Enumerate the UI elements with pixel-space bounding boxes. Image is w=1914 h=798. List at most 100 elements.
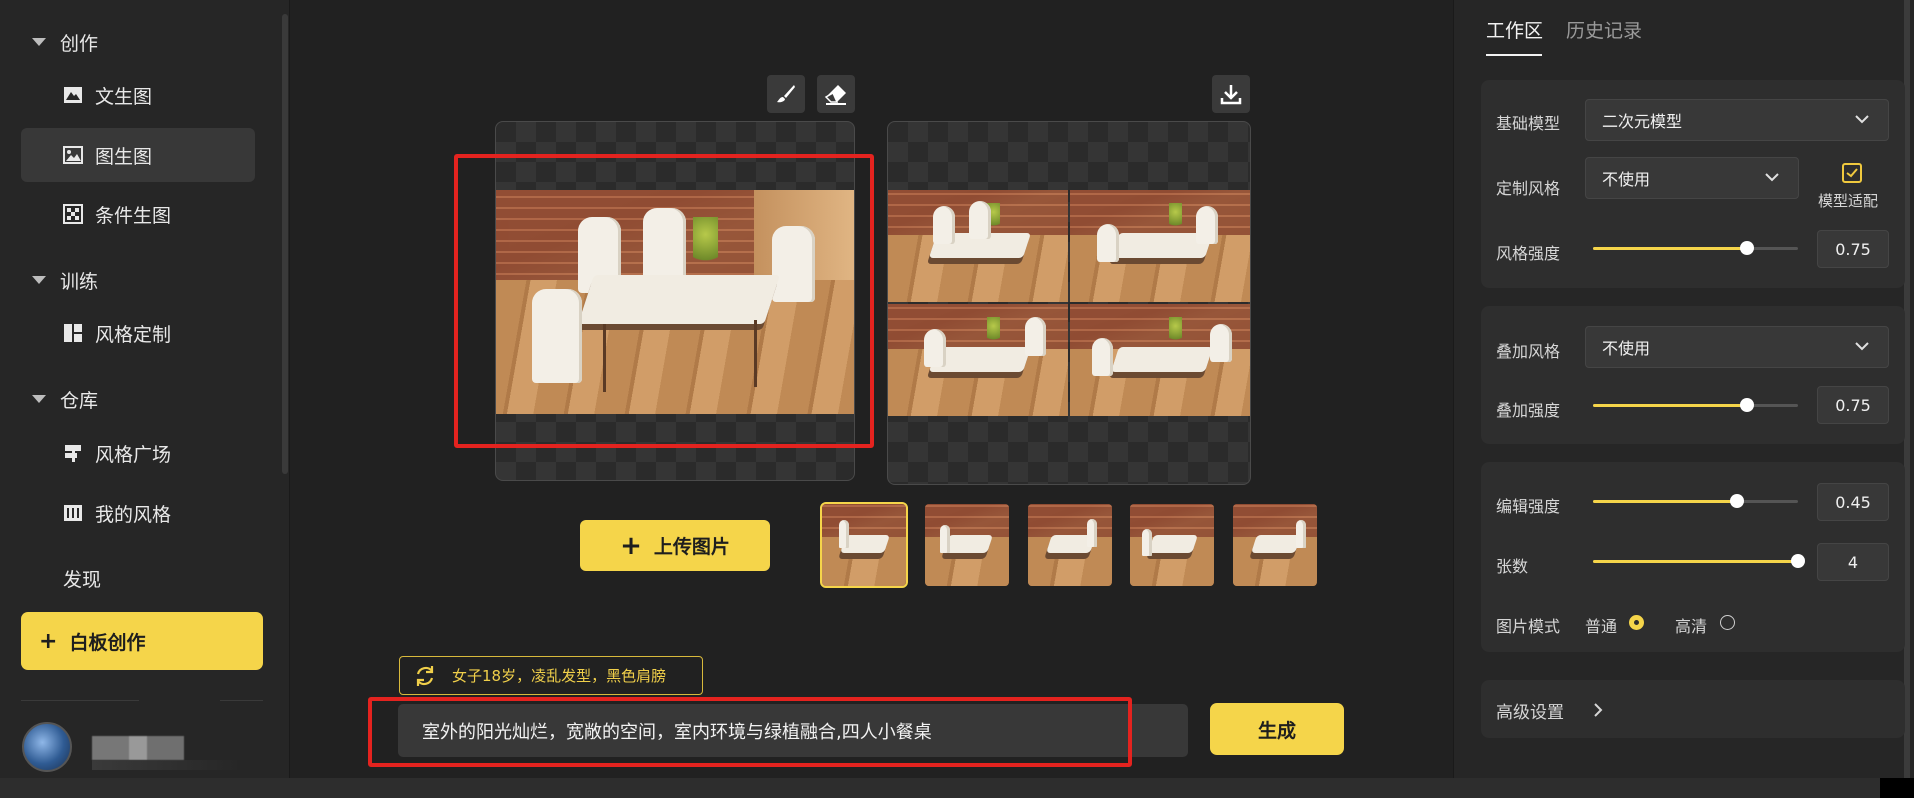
thumbnail[interactable] bbox=[1028, 504, 1112, 586]
result-photo-1[interactable] bbox=[888, 190, 1068, 302]
palette-grid-icon bbox=[63, 503, 83, 523]
image-mode-label: 图片模式 bbox=[1496, 617, 1561, 636]
thumbnail[interactable] bbox=[1130, 504, 1214, 586]
overlay-strength-slider[interactable] bbox=[1593, 396, 1798, 414]
brush-button[interactable] bbox=[767, 75, 805, 113]
chevron-down-icon bbox=[1855, 342, 1869, 351]
slider-knob[interactable] bbox=[1739, 398, 1754, 412]
style-strength-slider[interactable] bbox=[1593, 239, 1798, 257]
image-mode-normal-label[interactable]: 普通 bbox=[1585, 613, 1617, 637]
sidebar-item-text-to-image[interactable]: 文生图 bbox=[21, 68, 255, 122]
sidebar-group-repo[interactable]: 仓库 bbox=[32, 379, 98, 419]
advanced-settings-label[interactable]: 高级设置 bbox=[1496, 698, 1564, 723]
corner bbox=[1880, 778, 1914, 798]
source-image-panel[interactable] bbox=[495, 121, 855, 481]
thumbnail-photo bbox=[822, 504, 906, 586]
model-adapt-label: 模型适配 bbox=[1818, 192, 1879, 210]
refresh-icon bbox=[416, 665, 434, 686]
download-button[interactable] bbox=[1212, 75, 1250, 113]
slider-knob[interactable] bbox=[1791, 554, 1805, 568]
slider-knob[interactable] bbox=[1729, 494, 1744, 508]
prompt-input[interactable]: 室外的阳光灿烂，宽敞的空间，室内环境与绿植融合,四人小餐桌 bbox=[398, 704, 1188, 757]
picture-icon bbox=[63, 85, 83, 105]
sidebar-item-discover[interactable]: 发现 bbox=[63, 558, 101, 598]
sidebar-item-style-square[interactable]: 风格广场 bbox=[21, 426, 255, 480]
thumbnail[interactable] bbox=[820, 502, 908, 588]
thumbnail-photo bbox=[925, 504, 1009, 586]
custom-style-value: 不使用 bbox=[1602, 170, 1651, 189]
divider bbox=[220, 700, 263, 701]
sidebar-group-train[interactable]: 训练 bbox=[32, 260, 98, 300]
thumbnail-photo bbox=[1233, 504, 1317, 586]
sidebar-item-style-custom[interactable]: 风格定制 bbox=[21, 306, 255, 360]
whiteboard-label: 白板创作 bbox=[69, 631, 146, 654]
eraser-button[interactable] bbox=[817, 75, 855, 113]
overlay-strength-input[interactable]: 0.75 bbox=[1817, 386, 1889, 424]
avatar[interactable] bbox=[22, 722, 72, 772]
brush-icon bbox=[777, 85, 795, 103]
sidebar-item-label: 风格广场 bbox=[95, 443, 172, 466]
sidebar-group-label: 仓库 bbox=[60, 389, 99, 412]
style-strength-input[interactable]: 0.75 bbox=[1817, 230, 1889, 268]
chevron-down-icon bbox=[1855, 115, 1869, 124]
source-photo bbox=[496, 190, 854, 414]
count-slider[interactable] bbox=[1593, 552, 1805, 570]
base-model-select[interactable]: 二次元模型 bbox=[1585, 99, 1889, 141]
prompt-suggestion[interactable]: 女子18岁，凌乱发型，黑色肩膀 bbox=[399, 656, 703, 695]
image-icon bbox=[63, 145, 83, 165]
sidebar-group-label: 创作 bbox=[60, 32, 99, 55]
edit-strength-input[interactable]: 0.45 bbox=[1817, 483, 1889, 521]
image-mode-hd-radio[interactable] bbox=[1720, 615, 1735, 630]
grid-icon bbox=[63, 204, 83, 224]
image-mode-normal-radio[interactable] bbox=[1629, 615, 1644, 630]
sidebar-item-label: 文生图 bbox=[95, 85, 153, 108]
check-icon bbox=[1846, 168, 1858, 178]
result-photo-4[interactable] bbox=[1070, 304, 1250, 416]
bottom-scrollbar[interactable] bbox=[0, 778, 1914, 798]
download-icon bbox=[1220, 85, 1242, 105]
result-photo-2[interactable] bbox=[1070, 190, 1250, 302]
upload-label: 上传图片 bbox=[653, 536, 730, 558]
image-mode-hd-label[interactable]: 高清 bbox=[1675, 613, 1707, 637]
whiteboard-create-button[interactable]: + 白板创作 bbox=[21, 612, 263, 670]
sidebar-item-my-styles[interactable]: 我的风格 bbox=[21, 486, 255, 540]
thumbnail[interactable] bbox=[925, 504, 1009, 586]
tab-workspace[interactable]: 工作区 bbox=[1486, 16, 1543, 43]
generate-button[interactable]: 生成 bbox=[1210, 703, 1344, 755]
sidebar-group-create[interactable]: 创作 bbox=[32, 22, 98, 62]
count-label: 张数 bbox=[1496, 557, 1529, 576]
tab-history[interactable]: 历史记录 bbox=[1566, 16, 1642, 43]
divider bbox=[21, 700, 139, 701]
custom-style-select[interactable]: 不使用 bbox=[1585, 157, 1799, 199]
result-image-panel[interactable] bbox=[887, 121, 1251, 485]
count-input[interactable]: 4 bbox=[1817, 543, 1889, 581]
prompt-text: 室外的阳光灿烂，宽敞的空间，室内环境与绿植融合,四人小餐桌 bbox=[422, 721, 932, 743]
edit-strength-slider[interactable] bbox=[1593, 492, 1798, 510]
thumbnail[interactable] bbox=[1233, 504, 1317, 586]
sidebar-item-image-to-image[interactable]: 图生图 bbox=[21, 128, 255, 182]
sidebar-item-label: 条件生图 bbox=[95, 204, 172, 227]
model-adapt-checkbox[interactable] bbox=[1842, 163, 1862, 183]
upload-image-button[interactable]: + 上传图片 bbox=[580, 520, 770, 571]
result-photo-3[interactable] bbox=[888, 304, 1068, 416]
username-redacted bbox=[92, 736, 184, 760]
edit-strength-label: 编辑强度 bbox=[1496, 497, 1561, 516]
sidebar-item-conditional[interactable]: 条件生图 bbox=[21, 187, 255, 241]
slider-knob[interactable] bbox=[1739, 241, 1754, 255]
caret-down-icon bbox=[32, 276, 46, 284]
sidebar-group-label: 训练 bbox=[60, 270, 99, 293]
sidebar-scrollbar[interactable] bbox=[282, 14, 288, 474]
plus-icon: + bbox=[620, 530, 642, 561]
overlay-style-value: 不使用 bbox=[1602, 339, 1651, 358]
layout-icon bbox=[63, 323, 83, 343]
sidebar-item-label: 我的风格 bbox=[95, 503, 172, 526]
plus-icon: + bbox=[39, 628, 58, 654]
overlay-style-label: 叠加风格 bbox=[1496, 342, 1561, 361]
thumbnail-photo bbox=[1028, 504, 1112, 586]
chevron-right-icon bbox=[1594, 703, 1603, 717]
chevron-down-icon bbox=[1765, 173, 1779, 182]
tab-active-indicator bbox=[1486, 54, 1542, 56]
username-fade bbox=[92, 760, 242, 770]
suggestion-text: 女子18岁，凌乱发型，黑色肩膀 bbox=[452, 667, 667, 685]
overlay-style-select[interactable]: 不使用 bbox=[1585, 326, 1889, 368]
